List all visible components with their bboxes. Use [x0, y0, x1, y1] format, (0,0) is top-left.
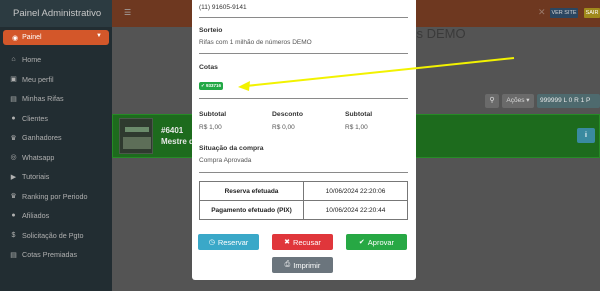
actions-dropdown[interactable]: Ações ▾ — [502, 94, 534, 108]
search-icon: ⚲ — [489, 97, 495, 104]
divider — [199, 17, 408, 18]
sidebar-item-label: Ganhadores — [22, 133, 62, 143]
info-icon: i — [585, 132, 587, 139]
raffle-thumbnail — [119, 118, 153, 154]
print-icon: ⎙ — [284, 261, 291, 268]
page-title: ss DEMO — [410, 26, 466, 41]
summary-label: Desconto — [272, 111, 303, 118]
sidebar-menu: ⌂ Home ▣ Meu perfil ▤ Minhas Rifas ● Clientes ♛ G… — [0, 50, 112, 265]
history-date: 10/06/2024 22:20:44 — [303, 200, 408, 220]
sidebar-item-label: Minhas Rifas — [22, 94, 64, 104]
sidebar-item-solicita-o-de-pgto[interactable]: $ Solicitação de Pgto — [0, 226, 112, 246]
list-icon: ▤ — [10, 251, 17, 259]
sidebar-item-label: Cotas Premiadas — [22, 250, 78, 260]
situacao-value: Compra Aprovada — [199, 157, 252, 164]
sidebar-item-label: Painel — [22, 34, 42, 41]
video-icon: ▶ — [10, 173, 17, 181]
ticket-counter: 999999 L 0 R 1 P — [537, 94, 600, 108]
history-date: 10/06/2024 22:20:06 — [303, 181, 408, 201]
sidebar-item-label: Solicitação de Pgto — [22, 230, 84, 240]
order-details-modal: (11) 91605-9141 Sorteio Rifas com 1 milh… — [192, 0, 416, 280]
divider — [199, 172, 408, 173]
summary-total: Subtotal R$ 1,00 — [345, 111, 372, 131]
summary-label: Subtotal — [199, 111, 227, 118]
trophy-icon: ♛ — [10, 193, 17, 201]
brand-title: Painel Administrativo — [0, 0, 112, 27]
summary-value: R$ 1,00 — [199, 124, 222, 131]
sidebar-item-label: Whatsapp — [22, 152, 55, 162]
expand-icon[interactable]: ✕ — [538, 7, 546, 18]
sorteio-value: Rifas com 1 milhão de números DEMO — [199, 39, 312, 46]
sidebar-item-ganhadores[interactable]: ♛ Ganhadores — [0, 128, 112, 148]
table-row: Pagamento efetuado (PIX) 10/06/2024 22:2… — [199, 200, 408, 220]
sidebar-item-ranking-por-periodo[interactable]: ♛ Ranking por Periodo — [0, 187, 112, 207]
dollar-icon: $ — [11, 231, 16, 239]
sidebar-item-whatsapp[interactable]: ◎ Whatsapp — [0, 148, 112, 168]
check-icon: ✔ — [358, 239, 365, 246]
history-event: Reserva efetuada — [199, 181, 304, 201]
sidebar-item-tutoriais[interactable]: ▶ Tutoriais — [0, 167, 112, 187]
raffle-id: #6401 — [161, 126, 184, 135]
user-plus-icon: ● — [11, 212, 16, 220]
sidebar-item-home[interactable]: ⌂ Home — [0, 50, 112, 70]
divider — [199, 53, 408, 54]
sidebar-item-label: Meu perfil — [22, 74, 54, 84]
sidebar-item-label: Afiliados — [22, 211, 50, 221]
dashboard-icon: ◉ — [12, 34, 19, 42]
sidebar-item-label: Tutoriais — [22, 172, 50, 182]
aprovar-button[interactable]: ✔ Aprovar — [346, 234, 407, 250]
sidebar-item-cotas-premiadas[interactable]: ▤ Cotas Premiadas — [0, 245, 112, 265]
chevron-down-icon: ▼ — [96, 33, 102, 39]
raffle-name: Mestre d — [161, 137, 194, 146]
summary-value: R$ 0,00 — [272, 124, 295, 131]
ticket-icon: ▤ — [10, 95, 17, 103]
cotas-label: Cotas — [199, 64, 218, 71]
trophy-icon: ♛ — [10, 134, 17, 142]
view-site-button[interactable]: VER SITE — [550, 8, 578, 18]
reservar-label: Reservar — [217, 237, 249, 247]
sidebar-item-clientes[interactable]: ● Clientes — [0, 109, 112, 129]
sidebar-item-painel[interactable]: ◉ Painel ▼ — [3, 30, 109, 45]
situacao-label: Situação da compra — [199, 145, 264, 152]
table-row: Reserva efetuada 10/06/2024 22:20:06 — [199, 181, 408, 201]
sidebar-item-label: Clientes — [22, 113, 48, 123]
sorteio-label: Sorteio — [199, 27, 223, 34]
summary-subtotal: Subtotal R$ 1,00 — [199, 111, 226, 131]
clock-icon: ◷ — [208, 239, 215, 246]
logout-button[interactable]: SAIR — [584, 8, 600, 18]
reservar-button[interactable]: ◷ Reservar — [198, 234, 259, 250]
recusar-label: Recusar — [292, 237, 321, 247]
summary-label: Subtotal — [345, 111, 373, 118]
aprovar-label: Aprovar — [367, 237, 395, 247]
sidebar-item-minhas-rifas[interactable]: ▤ Minhas Rifas — [0, 89, 112, 109]
sidebar: Painel Administrativo ◉ Painel ▼ ⌂ Home ▣ M… — [0, 0, 112, 291]
imprimir-label: Imprimir — [293, 260, 321, 270]
summary-value: R$ 1,00 — [345, 124, 368, 131]
cota-number: 933716 — [206, 83, 222, 88]
history-event: Pagamento efetuado (PIX) — [199, 200, 304, 220]
sidebar-item-label: Home — [22, 55, 42, 65]
search-button[interactable]: ⚲ — [485, 94, 499, 108]
recusar-button[interactable]: ✖ Recusar — [272, 234, 333, 250]
sidebar-item-meu-perfil[interactable]: ▣ Meu perfil — [0, 70, 112, 90]
info-button[interactable]: i — [577, 128, 595, 143]
sidebar-item-afiliados[interactable]: ● Afiliados — [0, 206, 112, 226]
customer-phone: (11) 91605-9141 — [199, 4, 247, 11]
whatsapp-icon: ◎ — [10, 154, 17, 162]
sidebar-item-label: Ranking por Periodo — [22, 191, 88, 201]
imprimir-button[interactable]: ⎙ Imprimir — [272, 257, 333, 273]
home-icon: ⌂ — [11, 56, 16, 64]
summary-discount: Desconto R$ 0,00 — [272, 111, 303, 131]
users-icon: ● — [11, 114, 16, 122]
divider — [199, 98, 408, 99]
cota-number-badge: ✔ 933716 — [199, 82, 223, 90]
history-table: Reserva efetuada 10/06/2024 22:20:06 Pag… — [199, 181, 408, 220]
actions-label: Ações — [506, 97, 525, 104]
hamburger-icon[interactable]: ☰ — [124, 8, 131, 17]
close-icon: ✖ — [284, 239, 290, 246]
id-card-icon: ▣ — [10, 76, 17, 84]
